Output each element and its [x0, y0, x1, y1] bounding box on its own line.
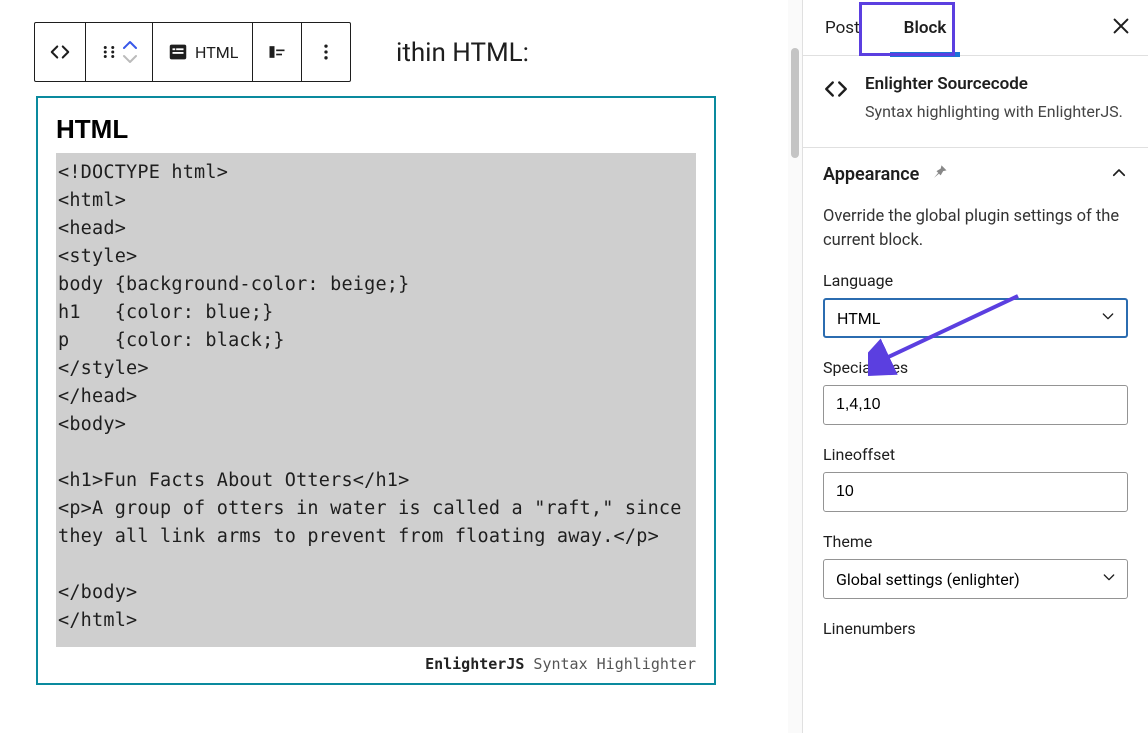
align-button[interactable] [267, 42, 287, 62]
block-description: Syntax highlighting with EnlighterJS. [865, 100, 1123, 123]
footer-rest: Syntax Highlighter [524, 655, 696, 673]
block-language-title: HTML [56, 114, 696, 145]
editor-scrollbar-track[interactable] [788, 0, 802, 733]
block-footer: EnlighterJS Syntax Highlighter [56, 655, 696, 673]
chevron-down-icon [1100, 308, 1116, 328]
block-toolbar: HTML [34, 22, 351, 82]
move-arrows[interactable] [122, 39, 138, 65]
footer-brand: EnlighterJS [425, 655, 524, 673]
theme-select-value: Global settings (enlighter) [836, 570, 1020, 589]
appearance-panel-body: Override the global plugin settings of t… [823, 201, 1128, 638]
sidebar-tabs: Post Block [803, 0, 1148, 56]
tab-block-label: Block [904, 18, 947, 38]
block-name: Enlighter Sourcecode [865, 74, 1123, 94]
tab-post[interactable]: Post [803, 0, 882, 56]
pin-icon [929, 162, 949, 187]
speciallines-label: Speciallines [823, 358, 1128, 377]
settings-sidebar: Post Block Enlighter Sourcecode Syntax h… [802, 0, 1148, 733]
code-icon [823, 76, 849, 106]
appearance-panel-toggle[interactable]: Appearance [803, 147, 1148, 201]
block-type-icon[interactable] [49, 41, 71, 63]
code-textarea[interactable]: <!DOCTYPE html> <html> <head> <style> bo… [56, 153, 696, 647]
theme-select[interactable]: Global settings (enlighter) [823, 559, 1128, 599]
tab-post-label: Post [825, 18, 860, 38]
chevron-up-icon [1110, 164, 1128, 186]
tab-active-indicator [890, 52, 961, 57]
chevron-down-icon [1101, 569, 1117, 589]
appearance-note: Override the global plugin settings of t… [823, 205, 1128, 253]
drag-handle-icon[interactable] [100, 43, 118, 61]
html-toggle-button[interactable]: HTML [167, 41, 238, 63]
appearance-title: Appearance [823, 164, 919, 185]
lineoffset-input[interactable] [823, 472, 1128, 512]
html-toggle-label: HTML [195, 43, 238, 62]
language-select-value: HTML [837, 309, 880, 328]
more-options-button[interactable] [316, 42, 336, 62]
lineoffset-label: Lineoffset [823, 445, 1128, 464]
close-sidebar-button[interactable] [1110, 15, 1132, 41]
tab-block[interactable]: Block [882, 0, 969, 56]
editor-canvas: ithin HTML: HTML [0, 0, 788, 733]
speciallines-input[interactable] [823, 385, 1128, 425]
theme-label: Theme [823, 532, 1128, 551]
editor-scrollbar-thumb[interactable] [791, 48, 799, 158]
block-info: Enlighter Sourcecode Syntax highlighting… [823, 74, 1128, 123]
language-select[interactable]: HTML [823, 298, 1128, 338]
partial-heading-text: ithin HTML: [396, 38, 529, 68]
linenumbers-label: Linenumbers [823, 619, 1128, 638]
language-label: Language [823, 271, 1128, 290]
enlighter-block[interactable]: HTML <!DOCTYPE html> <html> <head> <styl… [36, 96, 716, 685]
